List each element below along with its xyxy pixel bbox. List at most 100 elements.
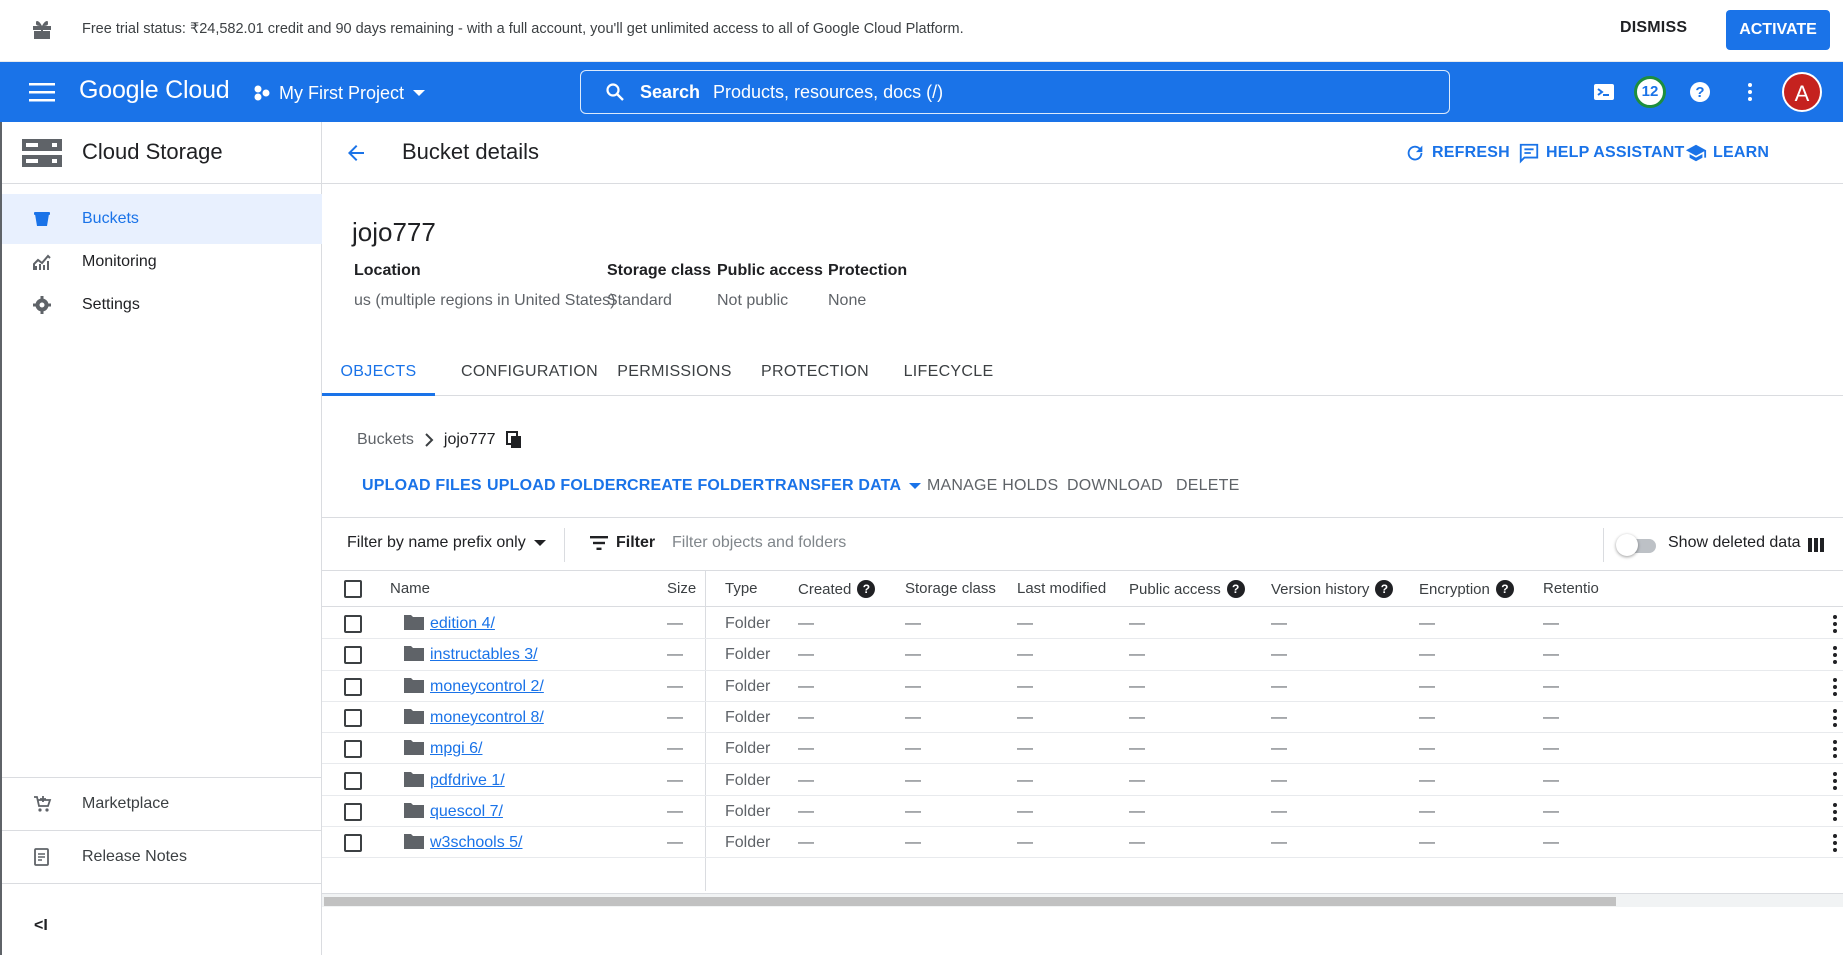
cell-size: —: [667, 708, 683, 726]
folder-name-link[interactable]: instructables 3/: [430, 646, 538, 664]
cell-modified: —: [1017, 708, 1033, 726]
back-arrow-icon[interactable]: [344, 141, 368, 165]
row-more-icon[interactable]: [1832, 708, 1838, 728]
upload-folder-button[interactable]: UPLOAD FOLDER: [487, 477, 627, 495]
column-header-last-modified[interactable]: Last modified: [1017, 580, 1106, 597]
help-icon[interactable]: ?: [1495, 580, 1514, 598]
filter-icon: [590, 536, 608, 550]
column-header-size[interactable]: Size: [667, 580, 696, 597]
table-row[interactable]: quescol 7/ — Folder — — — — — — —: [322, 796, 1843, 828]
activate-button[interactable]: ACTIVATE: [1726, 10, 1830, 50]
folder-name-link[interactable]: pdfdrive 1/: [430, 772, 505, 790]
column-header-retention[interactable]: Retentio: [1543, 580, 1599, 597]
cloud-shell-icon[interactable]: [1592, 80, 1616, 104]
row-checkbox[interactable]: [344, 802, 362, 821]
help-icon[interactable]: ?: [1375, 580, 1394, 598]
table-row[interactable]: moneycontrol 2/ — Folder — — — — — — —: [322, 671, 1843, 702]
row-more-icon[interactable]: [1832, 614, 1838, 634]
table-row[interactable]: edition 4/ — Folder — — — — — — —: [322, 608, 1843, 640]
column-header-encryption[interactable]: Encryption?: [1419, 580, 1514, 598]
avatar[interactable]: A: [1782, 72, 1822, 112]
refresh-button[interactable]: REFRESH: [1404, 142, 1510, 164]
table-row[interactable]: pdfdrive 1/ — Folder — — — — — — —: [322, 765, 1843, 796]
row-more-icon[interactable]: [1832, 833, 1838, 853]
row-checkbox[interactable]: [344, 771, 362, 790]
row-more-icon[interactable]: [1832, 645, 1838, 665]
horizontal-scrollbar[interactable]: [322, 893, 1843, 907]
column-header-type[interactable]: Type: [725, 580, 758, 597]
learn-button[interactable]: LEARN: [1685, 142, 1769, 164]
folder-icon: [404, 771, 424, 787]
row-more-icon[interactable]: [1832, 739, 1838, 759]
select-all-checkbox[interactable]: [344, 580, 362, 598]
column-header-storage-class[interactable]: Storage class: [905, 580, 996, 597]
notifications-badge[interactable]: 12: [1634, 76, 1666, 108]
filter-input[interactable]: Filter objects and folders: [672, 534, 846, 552]
help-icon[interactable]: ?: [1688, 80, 1712, 104]
row-checkbox[interactable]: [344, 834, 362, 853]
folder-name-link[interactable]: edition 4/: [430, 615, 495, 633]
dismiss-button[interactable]: DISMISS: [1620, 19, 1687, 37]
meta-label-protection: Protection: [828, 262, 908, 279]
tab-objects[interactable]: OBJECTS: [322, 347, 435, 396]
manage-holds-button[interactable]: MANAGE HOLDS: [927, 477, 1058, 495]
column-display-icon[interactable]: [1806, 535, 1826, 555]
folder-name-link[interactable]: quescol 7/: [430, 803, 503, 821]
download-button[interactable]: DOWNLOAD: [1067, 477, 1163, 495]
prefix-filter-label: Filter by name prefix only: [347, 534, 526, 551]
copy-icon[interactable]: [505, 431, 522, 449]
more-vert-icon[interactable]: [1738, 80, 1762, 104]
upload-files-button[interactable]: UPLOAD FILES: [362, 477, 482, 495]
row-more-icon[interactable]: [1832, 802, 1838, 822]
column-header-version-history[interactable]: Version history?: [1271, 580, 1394, 598]
row-checkbox[interactable]: [344, 708, 362, 727]
folder-name-link[interactable]: mpgi 6/: [430, 740, 482, 758]
help-assistant-button[interactable]: HELP ASSISTANT: [1518, 142, 1685, 164]
help-icon[interactable]: ?: [1226, 580, 1245, 598]
tab-protection[interactable]: PROTECTION: [755, 347, 875, 396]
gear-icon: [33, 296, 51, 314]
folder-name-link[interactable]: moneycontrol 8/: [430, 709, 544, 727]
breadcrumb-buckets-link[interactable]: Buckets: [357, 431, 414, 449]
delete-button[interactable]: DELETE: [1176, 477, 1239, 495]
table-row[interactable]: instructables 3/ — Folder — — — — — — —: [322, 639, 1843, 671]
row-more-icon[interactable]: [1832, 771, 1838, 791]
sidebar-item-settings[interactable]: Settings: [2, 280, 322, 330]
sidebar-item-marketplace[interactable]: Marketplace: [2, 779, 322, 829]
folder-name-link[interactable]: moneycontrol 2/: [430, 678, 544, 696]
search-bar[interactable]: Search Products, resources, docs (/): [580, 70, 1450, 114]
project-picker[interactable]: My First Project: [253, 80, 426, 106]
transfer-data-button[interactable]: TRANSFER DATA: [765, 477, 922, 495]
column-header-name[interactable]: Name: [390, 580, 430, 597]
column-header-created[interactable]: Created?: [798, 580, 876, 598]
tab-configuration[interactable]: CONFIGURATION: [452, 347, 607, 396]
tab-permissions[interactable]: PERMISSIONS: [612, 347, 737, 396]
row-checkbox[interactable]: [344, 646, 362, 665]
table-row[interactable]: moneycontrol 8/ — Folder — — — — — — —: [322, 702, 1843, 734]
help-icon[interactable]: ?: [857, 580, 876, 598]
sidebar: Cloud Storage Buckets Monitoring Setting…: [0, 122, 322, 955]
collapse-sidebar-button[interactable]: <I: [34, 917, 48, 935]
show-deleted-toggle[interactable]: [1616, 534, 1658, 556]
filter-button[interactable]: Filter: [590, 534, 655, 552]
row-checkbox[interactable]: [344, 740, 362, 759]
sidebar-item-release-notes[interactable]: Release Notes: [2, 832, 322, 882]
cell-storage: —: [905, 802, 921, 820]
row-more-icon[interactable]: [1832, 677, 1838, 697]
column-header-public-access[interactable]: Public access?: [1129, 580, 1245, 598]
help-assistant-label: HELP ASSISTANT: [1546, 144, 1685, 161]
table-row[interactable]: mpgi 6/ — Folder — — — — — — —: [322, 733, 1843, 765]
prefix-filter-dropdown[interactable]: Filter by name prefix only: [347, 534, 546, 552]
cell-public: —: [1129, 802, 1145, 820]
google-cloud-logo[interactable]: Google Cloud: [79, 76, 230, 105]
scrollbar-thumb[interactable]: [324, 897, 1616, 906]
menu-icon[interactable]: [29, 81, 55, 103]
sidebar-item-label: Settings: [82, 296, 140, 313]
tab-lifecycle[interactable]: LIFECYCLE: [891, 347, 1006, 396]
row-checkbox[interactable]: [344, 615, 362, 633]
project-icon: [254, 85, 270, 101]
create-folder-button[interactable]: CREATE FOLDER: [627, 477, 764, 495]
folder-name-link[interactable]: w3schools 5/: [430, 834, 523, 852]
table-row[interactable]: w3schools 5/ — Folder — — — — — — —: [322, 827, 1843, 859]
row-checkbox[interactable]: [344, 677, 362, 696]
